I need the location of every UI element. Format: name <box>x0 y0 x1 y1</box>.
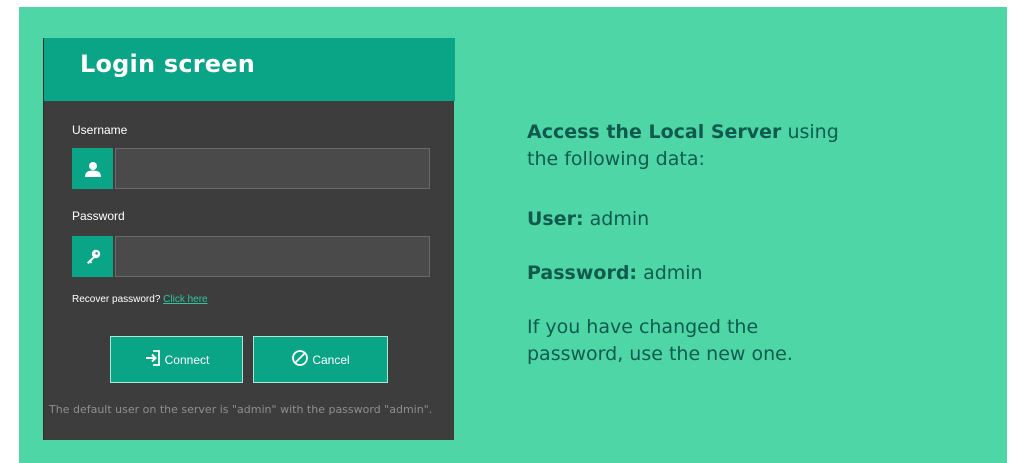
login-panel: Login screen Username Password Recover p… <box>43 38 455 440</box>
access-instructions: Access the Local Server using the follow… <box>527 119 839 173</box>
password-info-label: Password: <box>527 262 638 284</box>
password-change-note: If you have changed the password, use th… <box>527 314 793 368</box>
user-label: User: <box>527 208 584 230</box>
password-info-value: admin <box>637 262 703 284</box>
login-title: Login screen <box>80 50 256 78</box>
recover-link[interactable]: Click here <box>163 294 207 305</box>
connect-button[interactable]: Connect <box>110 336 243 383</box>
user-value: admin <box>583 208 650 230</box>
username-label: Username <box>72 123 128 137</box>
note-line-1: If you have changed the <box>527 316 759 338</box>
cancel-button[interactable]: Cancel <box>253 336 388 383</box>
login-header: Login screen <box>44 38 455 101</box>
cancel-label: Cancel <box>312 352 350 367</box>
user-credentials: User: admin <box>527 206 649 233</box>
password-label: Password <box>72 209 125 223</box>
access-text-1: using <box>781 121 839 143</box>
username-input[interactable] <box>115 148 430 189</box>
sign-in-icon <box>144 349 165 370</box>
note-line-2: password, use the new one. <box>527 343 793 365</box>
connect-label: Connect <box>164 352 210 367</box>
default-user-note: The default user on the server is "admin… <box>49 403 433 416</box>
password-credentials: Password: admin <box>527 260 703 287</box>
recover-password: Recover password? Click here <box>72 294 208 305</box>
access-heading: Access the Local Server <box>527 121 782 143</box>
access-text-2: the following data: <box>527 148 705 170</box>
ban-icon <box>291 349 312 370</box>
user-icon <box>72 148 113 189</box>
recover-text: Recover password? <box>72 294 161 305</box>
password-input[interactable] <box>115 236 430 277</box>
key-icon <box>72 236 113 277</box>
